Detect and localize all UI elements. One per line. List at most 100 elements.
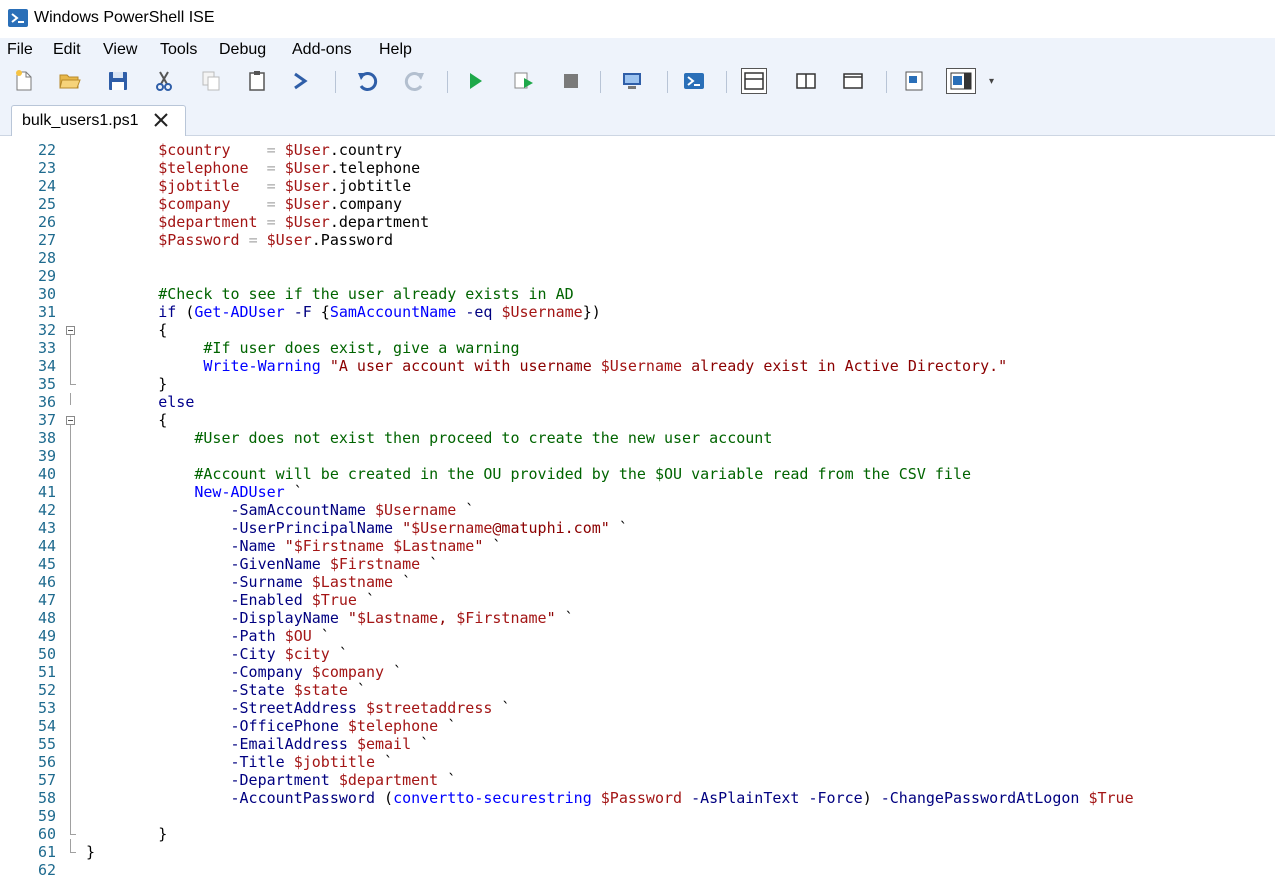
stop-icon[interactable] bbox=[559, 69, 583, 93]
code-line: New-ADUser ` bbox=[86, 483, 302, 501]
code-token: -Path bbox=[230, 627, 276, 645]
code-token: } bbox=[86, 825, 168, 843]
script-pane-right-icon[interactable] bbox=[794, 69, 818, 93]
line-number: 55 bbox=[37, 735, 56, 753]
menu-edit[interactable]: Edit bbox=[53, 41, 81, 59]
toolbar-separator bbox=[600, 71, 601, 93]
copy-icon[interactable] bbox=[199, 69, 223, 93]
code-token: #Account will be created in the OU provi… bbox=[194, 465, 972, 483]
fold-guide-line bbox=[70, 393, 71, 405]
tab-strip: bulk_users1.ps1 bbox=[0, 98, 1275, 136]
code-token: $Lastname bbox=[356, 609, 439, 627]
code-token: " bbox=[284, 537, 294, 555]
code-token: $Username bbox=[501, 303, 583, 321]
script-pane-top-icon[interactable] bbox=[741, 68, 767, 94]
code-line: -Name "$Firstname $Lastname" ` bbox=[86, 537, 502, 555]
code-token: ` bbox=[384, 663, 403, 681]
code-line: #User does not exist then proceed to cre… bbox=[86, 429, 772, 447]
fold-guide-line bbox=[70, 425, 71, 834]
fold-guide-end bbox=[70, 834, 76, 835]
code-token: $Lastname bbox=[393, 537, 475, 555]
save-icon[interactable] bbox=[106, 69, 130, 93]
tab-bulk-users1[interactable]: bulk_users1.ps1 bbox=[11, 105, 186, 136]
open-folder-icon[interactable] bbox=[58, 69, 82, 93]
code-token: -Force bbox=[808, 789, 863, 807]
code-line: #If user does exist, give a warning bbox=[86, 339, 519, 357]
code-token: $telephone bbox=[347, 717, 439, 735]
fold-collapse-icon[interactable] bbox=[66, 416, 75, 425]
code-token: ` bbox=[311, 627, 330, 645]
cut-icon[interactable] bbox=[152, 69, 176, 93]
toolbar-overflow-icon[interactable]: ▾ bbox=[989, 76, 994, 87]
code-line: { bbox=[86, 321, 167, 339]
code-token: $company bbox=[158, 195, 231, 213]
code-token: = bbox=[248, 231, 258, 249]
line-number: 62 bbox=[37, 861, 56, 879]
code-token: = bbox=[266, 141, 276, 159]
close-icon[interactable] bbox=[152, 111, 170, 129]
code-line: -GivenName $Firstname ` bbox=[86, 555, 439, 573]
menu-debug[interactable]: Debug bbox=[219, 41, 266, 59]
menu-tools[interactable]: Tools bbox=[160, 41, 197, 59]
code-token: = bbox=[266, 213, 276, 231]
undo-icon[interactable] bbox=[355, 69, 379, 93]
code-line: -Enabled $True ` bbox=[86, 591, 376, 609]
code-token: convertto-securestring bbox=[393, 789, 592, 807]
new-file-icon[interactable] bbox=[12, 69, 36, 93]
code-token: .telephone bbox=[329, 159, 421, 177]
line-number: 22 bbox=[37, 141, 56, 159]
code-line: -AccountPassword (convertto-securestring… bbox=[86, 789, 1134, 807]
code-token: -EmailAddress bbox=[230, 735, 348, 753]
powershell-console-icon[interactable] bbox=[682, 69, 706, 93]
menu-addons[interactable]: Add-ons bbox=[292, 41, 352, 59]
window-title: Windows PowerShell ISE bbox=[34, 9, 215, 26]
run-selection-icon[interactable] bbox=[512, 69, 536, 93]
code-token: } bbox=[86, 843, 96, 861]
script-pane-maximized-icon[interactable] bbox=[841, 69, 865, 93]
menu-view[interactable]: View bbox=[103, 41, 137, 59]
line-number: 61 bbox=[37, 843, 56, 861]
code-line: { bbox=[86, 411, 167, 429]
run-script-icon[interactable] bbox=[463, 69, 487, 93]
menu-file[interactable]: File bbox=[7, 41, 33, 59]
code-token: "A user account with username bbox=[329, 357, 601, 375]
code-token: " bbox=[546, 609, 556, 627]
code-token: $state bbox=[293, 681, 348, 699]
script-editor[interactable]: 22 23 24 25 26 27 28 29 30 31 32 33 34 35 36 37 38 39 40 41… bbox=[0, 137, 1275, 884]
code-line: } bbox=[86, 825, 167, 843]
show-command-addon-icon[interactable] bbox=[946, 68, 976, 94]
fold-collapse-icon[interactable] bbox=[66, 326, 75, 335]
code-line: -Company $company ` bbox=[86, 663, 403, 681]
code-token: .country bbox=[329, 141, 403, 159]
menu-help[interactable]: Help bbox=[379, 41, 412, 59]
powershell-run-icon[interactable] bbox=[290, 69, 314, 93]
show-command-window-icon[interactable] bbox=[902, 69, 926, 93]
new-remote-tab-icon[interactable] bbox=[620, 69, 644, 93]
paste-icon[interactable] bbox=[245, 69, 269, 93]
line-number: 36 bbox=[37, 393, 56, 411]
code-line: $country = $User.country bbox=[86, 141, 402, 159]
code-token: $Lastname bbox=[311, 573, 394, 591]
fold-guide-line bbox=[70, 839, 71, 852]
code-line: -StreetAddress $streetaddress ` bbox=[86, 699, 511, 717]
redo-icon[interactable] bbox=[403, 69, 427, 93]
line-number: 28 bbox=[37, 249, 56, 267]
line-number: 49 bbox=[37, 627, 56, 645]
code-token: #If user does exist, give a warning bbox=[203, 339, 520, 357]
code-token: $department bbox=[338, 771, 439, 789]
